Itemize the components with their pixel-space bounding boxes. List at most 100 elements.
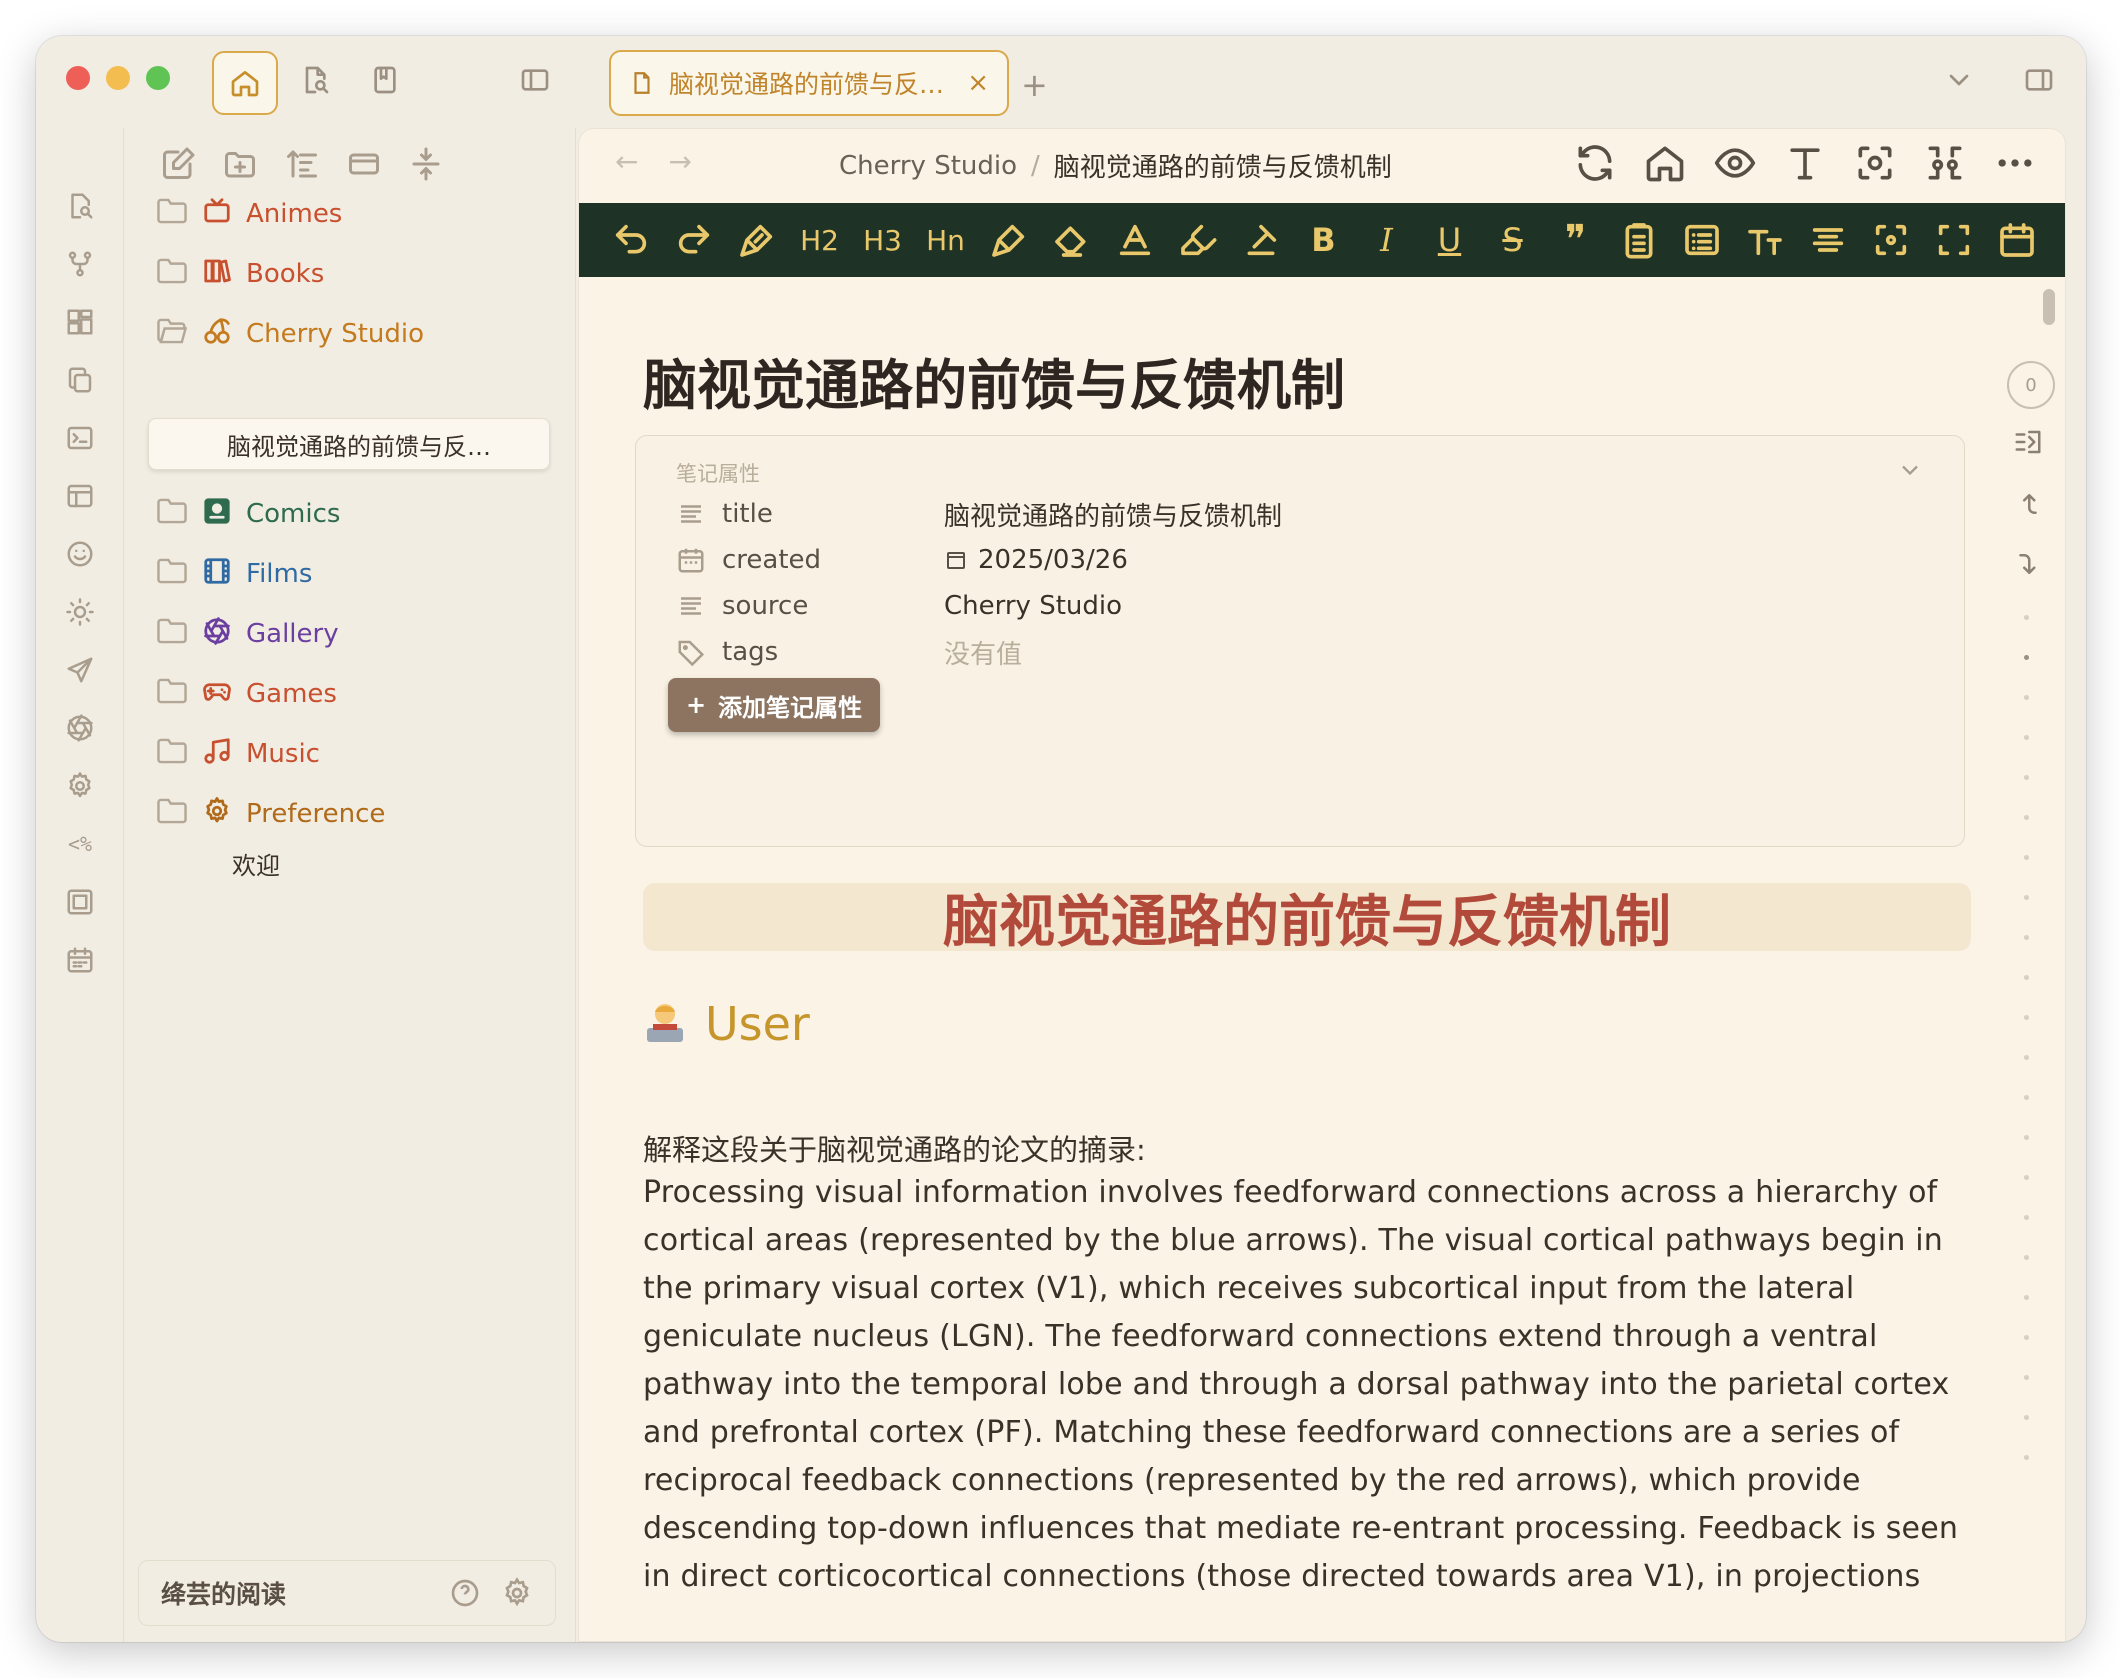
rail-layout-button[interactable] [62, 478, 98, 514]
rail-emoji-button[interactable] [62, 536, 98, 572]
outline-dot[interactable] [2024, 1015, 2029, 1020]
folder-animes[interactable]: Animes [156, 190, 342, 238]
outline-dot[interactable] [2024, 1175, 2029, 1180]
strikethrough-button[interactable]: S [1481, 203, 1544, 277]
clear-format-button[interactable] [1229, 203, 1292, 277]
tab-list-button[interactable] [1930, 51, 1988, 109]
outline-dot[interactable] [2024, 1215, 2029, 1220]
more-icon[interactable] [1993, 141, 2037, 185]
toggle-right-panel-button[interactable] [2010, 51, 2068, 109]
note-item-active[interactable]: 脑视觉通路的前馈与反… [148, 418, 550, 470]
font-color-button[interactable] [1103, 203, 1166, 277]
property-value[interactable]: Cherry Studio [944, 591, 1122, 621]
home-icon[interactable] [1643, 141, 1687, 185]
breadcrumb-folder[interactable]: Cherry Studio [839, 151, 1017, 181]
sort-icon[interactable] [284, 146, 320, 182]
date-button[interactable] [1985, 203, 2048, 277]
toc-toggle-button[interactable] [2013, 427, 2043, 461]
outline-dot[interactable] [2024, 1455, 2029, 1460]
property-row-source[interactable]: source Cherry Studio [676, 586, 1122, 626]
prompt-line[interactable]: 解释这段关于脑视觉通路的论文的摘录: [643, 1127, 1146, 1169]
forward-button[interactable]: → [668, 145, 691, 178]
folder-comics[interactable]: Comics [156, 490, 340, 538]
format-painter-button[interactable] [725, 203, 788, 277]
rail-code-button[interactable]: <% [62, 826, 98, 862]
property-row-title[interactable]: title 脑视觉通路的前馈与反馈机制 [676, 494, 1282, 534]
rail-settings-button[interactable] [62, 768, 98, 804]
outline-dot[interactable] [2024, 735, 2029, 740]
new-folder-icon[interactable] [222, 146, 258, 182]
ordered-list-button[interactable] [1607, 203, 1670, 277]
refresh-icon[interactable] [1573, 141, 1617, 185]
bullet-list-button[interactable] [1670, 203, 1733, 277]
undo-button[interactable] [599, 203, 662, 277]
h3-button[interactable]: H3 [851, 203, 914, 277]
properties-header[interactable]: 笔记属性 [676, 458, 760, 488]
folder-games[interactable]: Games [156, 670, 337, 718]
outline-dot[interactable] [2024, 1095, 2029, 1100]
bold-button[interactable]: B [1292, 203, 1355, 277]
rail-graph-button[interactable] [62, 246, 98, 282]
tab-active-note[interactable]: 脑视觉通路的前馈与反… × [609, 50, 1009, 116]
align-button[interactable] [1796, 203, 1859, 277]
highlight-button[interactable] [1166, 203, 1229, 277]
outline-dot[interactable] [2024, 1135, 2029, 1140]
outline-dot[interactable] [2024, 615, 2029, 620]
h2-button[interactable]: H2 [788, 203, 851, 277]
italic-button[interactable]: I [1355, 203, 1418, 277]
eraser-button[interactable] [1040, 203, 1103, 277]
eye-icon[interactable] [1713, 141, 1757, 185]
rail-theme-button[interactable] [62, 594, 98, 630]
new-note-icon[interactable] [160, 146, 196, 182]
rail-terminal-button[interactable] [62, 420, 98, 456]
tab-close-icon[interactable]: × [967, 68, 989, 98]
folder-preference[interactable]: Preference [156, 790, 385, 838]
fullscreen-button[interactable] [1922, 203, 1985, 277]
folder-cherry-studio[interactable]: Cherry Studio [156, 310, 424, 358]
bookmark-button[interactable] [356, 51, 414, 109]
property-value-date[interactable]: 2025/03/26 [944, 545, 1128, 575]
collapse-icon[interactable] [346, 146, 382, 182]
outline-dot[interactable] [2024, 1375, 2029, 1380]
text-format-icon[interactable] [1783, 141, 1827, 185]
focus-icon[interactable] [1853, 141, 1897, 185]
scroll-bottom-button[interactable] [2013, 549, 2043, 583]
gear-icon[interactable] [501, 1577, 533, 1609]
underline-button[interactable]: U [1418, 203, 1481, 277]
property-value-empty[interactable]: 没有值 [944, 634, 1022, 671]
new-tab-button[interactable]: + [1021, 66, 1048, 104]
rail-aperture-button[interactable] [62, 710, 98, 746]
scroll-top-button[interactable] [2013, 489, 2043, 523]
outline-dot[interactable] [2024, 855, 2029, 860]
outline-dot[interactable] [2024, 1335, 2029, 1340]
minimize-window-button[interactable] [106, 66, 130, 90]
property-value[interactable]: 脑视觉通路的前馈与反馈机制 [944, 496, 1282, 533]
brush-dropdown-button[interactable] [977, 203, 1040, 277]
outline-dot[interactable] [2024, 815, 2029, 820]
outline-dot[interactable] [2024, 1055, 2029, 1060]
folder-films[interactable]: Films [156, 550, 312, 598]
outline-dot[interactable] [2024, 775, 2029, 780]
maximize-window-button[interactable] [146, 66, 170, 90]
rail-search-button[interactable] [62, 188, 98, 224]
rail-send-button[interactable] [62, 652, 98, 688]
home-button[interactable] [212, 51, 278, 115]
outline-dot[interactable] [2024, 1255, 2029, 1260]
outline-dot[interactable] [2024, 1415, 2029, 1420]
breadcrumb-note[interactable]: 脑视觉通路的前馈与反馈机制 [1054, 147, 1392, 184]
vault-name[interactable]: 绛芸的阅读 [161, 1575, 429, 1611]
reading-glasses-icon[interactable] [1923, 141, 1967, 185]
scrollbar-thumb[interactable] [2043, 289, 2055, 325]
rail-calendar-button[interactable] [62, 942, 98, 978]
paragraph[interactable]: Processing visual information involves f… [643, 1169, 1983, 1601]
screenshot-button[interactable] [1859, 203, 1922, 277]
rail-frame-button[interactable] [62, 884, 98, 920]
properties-collapse-button[interactable] [1896, 456, 1924, 488]
outline-dot[interactable] [2024, 975, 2029, 980]
word-counter[interactable]: 0 [2007, 361, 2055, 409]
property-row-created[interactable]: created 2025/03/26 [676, 540, 1128, 580]
folder-gallery[interactable]: Gallery [156, 610, 339, 658]
note-title[interactable]: 脑视觉通路的前馈与反馈机制 [643, 341, 1345, 420]
note-item-welcome[interactable]: 欢迎 [232, 846, 280, 881]
property-row-tags[interactable]: tags 没有值 [676, 632, 1022, 672]
